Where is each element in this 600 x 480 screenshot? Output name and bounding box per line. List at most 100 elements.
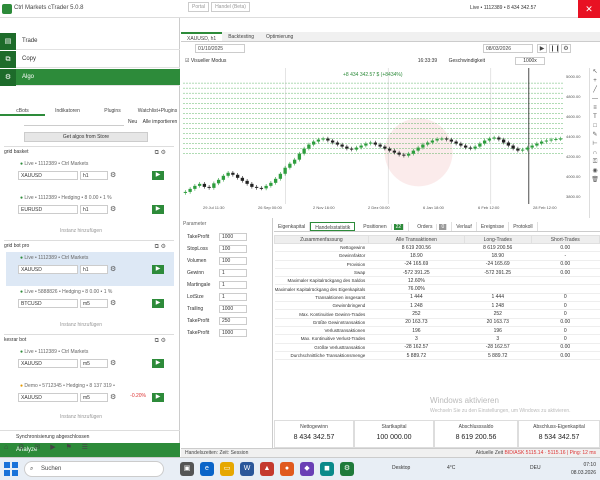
get-algos-store-button[interactable]: Get algos from Store <box>24 132 148 142</box>
file-explorer-icon[interactable]: ▭ <box>220 462 234 476</box>
timeframe-select[interactable]: m5 <box>80 393 108 402</box>
tab-history[interactable]: Verlauf <box>452 222 477 231</box>
tab-plugins[interactable]: Plugins <box>90 106 135 116</box>
timeframe-select[interactable]: h1 <box>80 171 108 180</box>
play-button[interactable]: ▶ <box>152 205 164 214</box>
play-button[interactable]: ▶ <box>152 393 164 402</box>
gear-icon[interactable]: ⚙ <box>110 299 116 307</box>
measure-icon[interactable]: ⊢ <box>590 140 600 149</box>
symbol-select[interactable]: XAUUSD <box>18 171 78 180</box>
import-all-button[interactable]: Alle importieren <box>143 119 178 125</box>
nav-algo[interactable]: ⚙ Algo <box>0 68 180 86</box>
bot-instance[interactable]: ● Live • 1112389 • Hedging • 8 0.00 • 1 … <box>6 192 174 226</box>
new-algo-button[interactable]: Neu <box>128 119 137 125</box>
group-actions-icon[interactable]: ⧉ ⚙ <box>155 242 166 252</box>
tab-backtesting[interactable]: Backtesting <box>222 32 260 41</box>
app-icon-2[interactable]: ◼ <box>320 462 334 476</box>
shape-tool-icon[interactable]: □ <box>590 122 600 131</box>
timeframe-select[interactable]: m5 <box>80 359 108 368</box>
to-date-input[interactable]: 08/03/2026 <box>483 44 533 53</box>
parameter-value-input[interactable]: 1000 <box>219 233 247 241</box>
nav-copy[interactable]: ⧉ Copy <box>0 50 180 68</box>
ctrader-app-icon[interactable]: ⚙ <box>340 462 354 476</box>
group-header[interactable]: grid bot pro ⧉ ⚙ <box>4 240 174 250</box>
parameter-value-input[interactable]: 100 <box>219 245 247 253</box>
from-date-input[interactable]: 01/10/2025 <box>195 44 245 53</box>
parameter-value-input[interactable]: 1 <box>219 293 247 301</box>
windows-start-icon[interactable] <box>4 462 18 476</box>
group-header[interactable]: kesrar bot ⧉ ⚙ <box>4 334 174 344</box>
task-view-icon[interactable]: ▣ <box>180 462 194 476</box>
firefox-icon[interactable]: ● <box>280 462 294 476</box>
account-status[interactable]: Live • 1112389 • 8 434 342.57 <box>470 5 536 11</box>
bot-instance[interactable]: ● Live • 1112389 • Ctrl Markets XAUUSD h… <box>6 252 174 286</box>
speed-select[interactable]: 1000x <box>515 57 545 65</box>
weather-temp[interactable]: 4°C <box>447 465 455 471</box>
cursor-icon[interactable]: ↖ <box>590 68 600 77</box>
bot-instance[interactable]: ● Live • 1112389 • Ctrl Markets XAUUSD m… <box>6 346 174 380</box>
language-indicator[interactable]: DEU <box>530 465 541 471</box>
symbol-select[interactable]: BTCUSD <box>18 299 78 308</box>
close-window-icon[interactable]: ✕ <box>578 0 600 18</box>
parameter-value-input[interactable]: 250 <box>219 317 247 325</box>
tab-optimization[interactable]: Optimierung <box>260 32 299 41</box>
settings-icon[interactable]: ⚙ <box>561 44 571 53</box>
horizontal-line-icon[interactable]: — <box>590 95 600 104</box>
add-instance-link[interactable]: Instanz hinzufügen <box>60 414 102 420</box>
parameter-value-input[interactable]: 1000 <box>219 305 247 313</box>
system-clock[interactable]: 07:10 08.03.2026 <box>571 461 596 477</box>
portal-button[interactable]: Portal <box>188 2 210 12</box>
algo-search-input[interactable] <box>24 119 124 126</box>
left-bottom-icons[interactable]: ⌂ ⚙ ✉ ▶ ⚑ ☰ <box>4 443 92 451</box>
bot-instance[interactable]: ● Live • 1112389 • Ctrl Markets XAUUSD h… <box>6 158 174 192</box>
step-icon[interactable]: ❙❙ <box>549 44 560 53</box>
play-button[interactable]: ▶ <box>152 299 164 308</box>
group-header[interactable]: grid basket ⧉ ⚙ <box>4 146 174 156</box>
nav-trade[interactable]: ▤ Trade <box>0 32 180 50</box>
desktop-label[interactable]: Desktop <box>392 465 410 471</box>
fib-icon[interactable]: ≡ <box>590 104 600 113</box>
parameter-value-input[interactable]: 100 <box>219 257 247 265</box>
timeframe-select[interactable]: h1 <box>80 205 108 214</box>
tab-watchlist-plugins[interactable]: Watchlist+Plugins <box>135 106 180 116</box>
edge-icon[interactable]: e <box>200 462 214 476</box>
crosshair-icon[interactable]: + <box>590 77 600 86</box>
text-tool-icon[interactable]: T <box>590 113 600 122</box>
play-button[interactable]: ▶ <box>152 171 164 180</box>
tab-positions[interactable]: Positionen 22 <box>355 222 410 231</box>
symbol-select[interactable]: XAUUSD <box>18 393 78 402</box>
group-actions-icon[interactable]: ⧉ ⚙ <box>155 148 166 158</box>
symbol-select[interactable]: XAUUSD <box>18 359 78 368</box>
play-button[interactable]: ▶ <box>152 359 164 368</box>
bot-instance[interactable]: ● Live • 5888826 • Hedging • 8 0.00 • 1 … <box>6 286 174 320</box>
parameter-value-input[interactable]: 1000 <box>219 329 247 337</box>
lock-icon[interactable]: ⚿ <box>590 158 600 167</box>
trash-icon[interactable]: 🗑 <box>590 176 600 185</box>
eye-icon[interactable]: ◉ <box>590 167 600 176</box>
gear-icon[interactable]: ⚙ <box>110 171 116 179</box>
group-actions-icon[interactable]: ⧉ ⚙ <box>155 336 166 346</box>
app-icon[interactable]: ◆ <box>300 462 314 476</box>
visual-mode-checkbox[interactable]: ☑ Visueller Modus <box>185 58 226 64</box>
tab-indicators[interactable]: Indikatoren <box>45 106 90 116</box>
line-tool-icon[interactable]: ╱ <box>590 86 600 95</box>
gear-icon[interactable]: ⚙ <box>110 393 116 401</box>
add-instance-link[interactable]: Instanz hinzufügen <box>60 228 102 234</box>
tab-chart-symbol[interactable]: XAUUSD, h1 <box>181 32 223 42</box>
brush-icon[interactable]: ✎ <box>590 131 600 140</box>
gear-icon[interactable]: ⚙ <box>110 265 116 273</box>
handel-beta-button[interactable]: Handel (Beta) <box>211 2 250 12</box>
word-icon[interactable]: W <box>240 462 254 476</box>
tab-trade-statistics[interactable]: Handelsstatistik <box>310 222 356 231</box>
bot-instance[interactable]: ● Demo • 5712345 • Hedging • 8 137 319 •… <box>6 380 174 414</box>
taskbar-search-input[interactable]: ⌕ Suchen <box>24 461 164 477</box>
ctrader-icon[interactable]: ▲ <box>260 462 274 476</box>
parameter-value-input[interactable]: 1 <box>219 281 247 289</box>
tab-events[interactable]: Ereignisse <box>477 222 510 231</box>
play-icon[interactable]: ▶ <box>537 44 547 53</box>
price-chart[interactable]: +8 434 342.57 $ (+8434%) <box>183 68 563 204</box>
symbol-select[interactable]: EURUSD <box>18 205 78 214</box>
magnet-icon[interactable]: ∩ <box>590 149 600 158</box>
play-button[interactable]: ▶ <box>152 265 164 274</box>
timeframe-select[interactable]: m5 <box>80 299 108 308</box>
